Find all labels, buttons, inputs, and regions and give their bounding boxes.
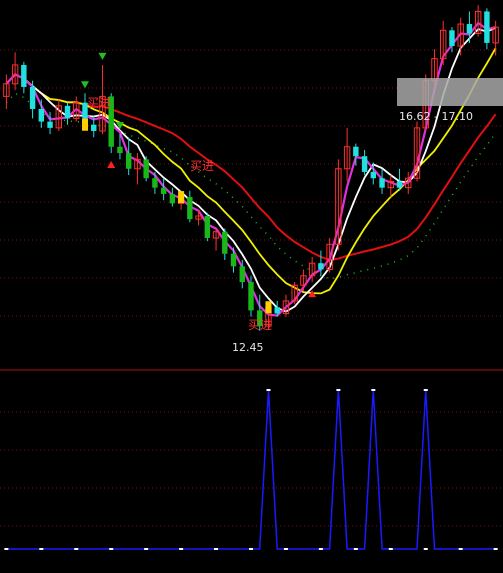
moving-average-lines: [5, 21, 497, 317]
candle-body-down: [449, 30, 455, 47]
indicator-point: [74, 548, 79, 550]
candlestick-series: [3, 5, 499, 331]
signal-markers: [81, 52, 317, 314]
candle-body-down: [91, 124, 97, 132]
indicator-point: [353, 548, 358, 550]
candle-body-down: [29, 86, 36, 109]
indicator-point: [423, 548, 428, 550]
indicator-point: [109, 548, 114, 550]
indicator-peak-point: [371, 389, 376, 391]
buy-label: 买进: [87, 96, 111, 110]
down-triangle-marker: [98, 52, 107, 60]
indicator-point: [283, 548, 288, 550]
indicator-point: [4, 548, 9, 550]
candle-body-down: [396, 181, 403, 188]
candle-body-down: [117, 146, 123, 154]
indicator-series-line: [6, 389, 496, 550]
indicator-peak-point: [423, 389, 428, 391]
down-triangle-marker: [81, 81, 89, 89]
stock-chart: 16.62 - 17.10 12.45 买进 买进 买进: [0, 5, 503, 550]
buy-signal-box: [178, 191, 185, 204]
candle-body-down: [248, 282, 254, 311]
candle-body-down: [361, 156, 368, 172]
indicator-peak-point: [266, 389, 271, 391]
indicator-point: [144, 548, 149, 550]
candle-body-down: [353, 146, 359, 157]
candle-body-down: [370, 171, 377, 179]
candle-body-down: [222, 231, 228, 254]
buy-signal-box: [265, 301, 272, 314]
indicator-line: [4, 389, 498, 550]
candle-body-down: [38, 108, 45, 122]
candle-body-down: [484, 11, 490, 43]
candle-body-down: [125, 153, 132, 169]
candle-body-down: [274, 307, 280, 314]
candle-body-down: [466, 24, 473, 34]
indicator-point: [249, 548, 253, 550]
indicator-point: [493, 548, 498, 550]
candle-body-down: [152, 178, 158, 188]
buy-signal-labels: 买进 买进 买进: [87, 96, 272, 332]
indicator-point: [214, 548, 219, 550]
candle-body-down: [318, 263, 324, 270]
indicator-point: [388, 548, 393, 550]
low-price-marker: 12.45: [232, 341, 264, 354]
candle-body-down: [379, 178, 385, 188]
candle-body-down: [230, 253, 237, 267]
ma-fastest-magenta-line: [5, 21, 496, 317]
indicator-point: [39, 548, 44, 550]
indicator-point: [458, 548, 463, 550]
indicator-point: [318, 548, 323, 550]
price-range-readout: 16.62 - 17.10: [399, 110, 473, 123]
indicator-peak-point: [336, 389, 341, 391]
buy-label: 买进: [248, 318, 272, 332]
buy-signal-box: [82, 118, 88, 131]
candle-body-down: [64, 105, 71, 119]
candle-body-down: [160, 187, 167, 194]
buy-label: 买进: [190, 159, 214, 173]
candle-body-down: [239, 266, 245, 283]
candle-body-down: [204, 215, 211, 239]
candle-body-down: [143, 159, 149, 179]
price-range-highlight: [397, 78, 503, 106]
candle-body-down: [187, 197, 193, 220]
candle-body-down: [47, 121, 53, 128]
indicator-point: [179, 548, 184, 550]
candle-body-down: [21, 64, 27, 87]
up-triangle-marker: [107, 161, 116, 169]
ma-fast-white-line: [5, 26, 496, 313]
candle-body-down: [169, 193, 176, 204]
